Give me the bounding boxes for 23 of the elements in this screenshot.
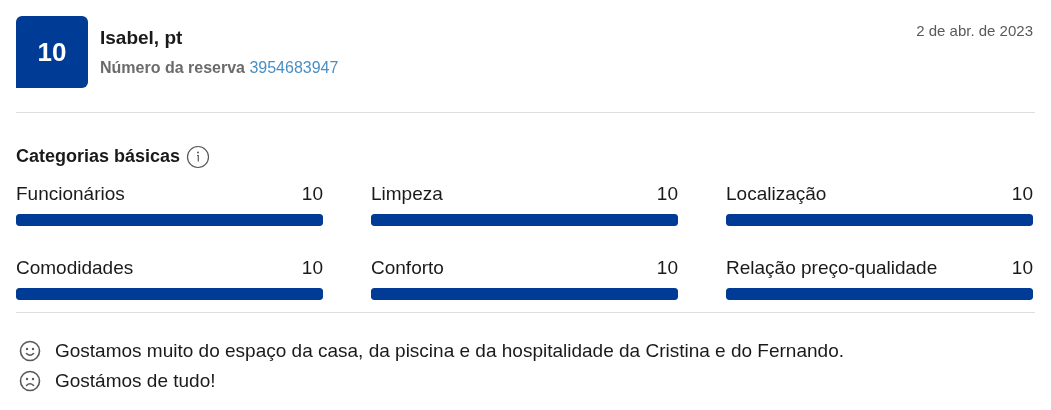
smiley-face-icon	[19, 340, 41, 362]
category-score: 10	[1011, 182, 1033, 206]
category-name: Comodidades	[16, 256, 134, 280]
reviewer-name: Isabel, pt	[100, 26, 184, 50]
review-date: 2 de abr. de 2023	[916, 21, 1034, 41]
booking-label: Número da reserva	[100, 59, 245, 76]
category-score: 10	[301, 256, 323, 280]
booking-number: 3954683947	[249, 59, 339, 76]
category-score: 10	[301, 182, 323, 206]
section-heading: Categorias básicas	[16, 145, 181, 168]
review-comment: Gostamos muito do espaço da casa, da piscina e da hospitalidade da Cristina e do Fernando.	[55, 339, 844, 363]
category-name: Limpeza	[371, 182, 443, 206]
category-name: Localização	[726, 182, 827, 206]
category-score: 10	[656, 256, 678, 280]
sad-face-icon	[19, 370, 41, 392]
category-name: Funcionários	[16, 182, 125, 206]
score-badge: 10	[16, 16, 88, 88]
category-score: 10	[656, 182, 678, 206]
review-comment: Gostámos de tudo!	[55, 369, 216, 393]
category-name: Conforto	[371, 256, 444, 280]
category-score: 10	[1011, 256, 1033, 280]
category-name: Relação preço-qualidade	[726, 256, 938, 280]
info-icon[interactable]	[186, 144, 211, 169]
